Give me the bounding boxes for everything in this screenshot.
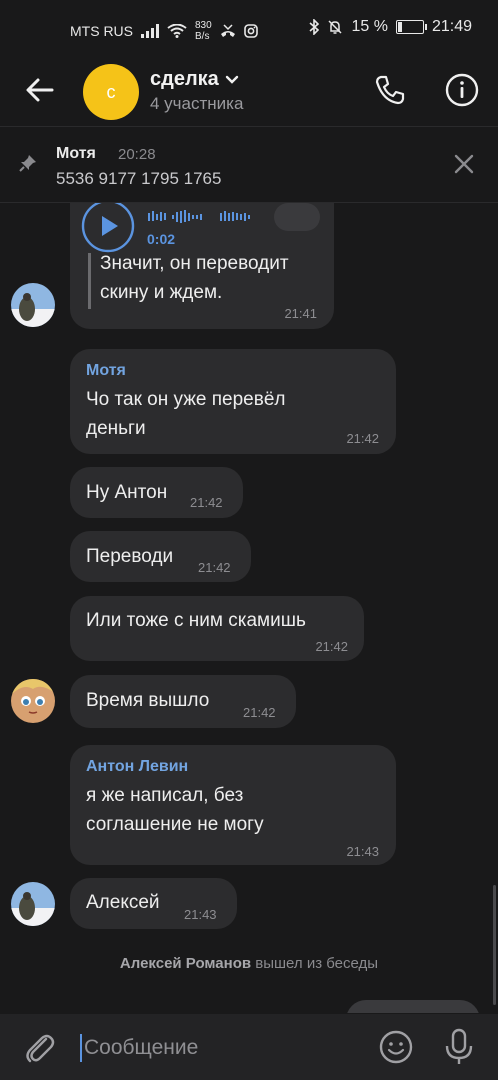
message-time: 21:42 <box>243 705 276 720</box>
message-input[interactable]: Сообщение <box>80 1034 198 1062</box>
phone-icon[interactable] <box>372 72 408 108</box>
message-composer: Сообщение <box>0 1014 498 1080</box>
battery-level-fill <box>397 22 402 32</box>
signal-icon <box>141 24 159 38</box>
pinned-text: 5536 9177 1795 1765 <box>56 169 222 188</box>
mute-bell-icon <box>328 20 343 34</box>
pinned-author: Мотя <box>56 145 96 162</box>
chat-title[interactable]: сделка <box>150 68 239 91</box>
message-text: Или тоже с ним скамишь <box>86 610 306 631</box>
message-bubble[interactable]: Ну Антон 21:42 <box>70 467 243 518</box>
message-bubble[interactable]: Или тоже с ним скамишь 21:42 <box>70 596 364 661</box>
quote-bar <box>88 253 91 309</box>
system-message-action: вышел из беседы <box>255 955 379 972</box>
network-speed: 830 B/s <box>195 20 212 42</box>
battery-percent: 15 % <box>351 18 388 35</box>
emoji-icon[interactable] <box>378 1029 414 1065</box>
pin-icon <box>19 155 36 172</box>
message-bubble[interactable]: Алексей 21:43 <box>70 878 237 929</box>
message-author[interactable]: Антон Левин <box>86 758 188 776</box>
wifi-icon <box>167 24 187 38</box>
quote-text: Значит, он переводит скину и ждем. <box>100 253 289 303</box>
play-button-icon[interactable] <box>80 203 136 254</box>
bluetooth-icon <box>309 19 320 35</box>
chat-avatar[interactable]: с <box>83 64 139 120</box>
avatar[interactable] <box>11 882 55 926</box>
status-right: 15 % 21:49 <box>309 18 472 36</box>
message-bubble[interactable]: Антон Левин я же написал, без соглашение… <box>70 745 396 865</box>
voice-duration: 0:02 <box>147 231 176 247</box>
message-time: 21:41 <box>284 306 317 321</box>
network-speed-unit: B/s <box>195 31 210 42</box>
transcribe-button[interactable] <box>274 203 320 231</box>
message-bubble-voice[interactable]: 0:02 Значит, он переводит скину и ждем. … <box>70 203 334 329</box>
scrollbar[interactable] <box>493 885 496 1005</box>
battery-icon <box>395 20 427 34</box>
network-speed-value: 830 <box>195 20 212 31</box>
avatar[interactable] <box>11 679 55 723</box>
chat-title-text: сделка <box>150 68 219 90</box>
avatar[interactable] <box>11 283 55 327</box>
message-text: я же написал, без соглашение не могу <box>86 785 264 835</box>
chevron-down-icon <box>225 75 238 84</box>
message-time: 21:42 <box>346 431 379 446</box>
status-bar: MTS RUS 830 B/s 15 % 21:49 <box>0 0 498 58</box>
info-icon[interactable] <box>444 72 480 108</box>
microphone-icon[interactable] <box>444 1028 474 1066</box>
message-time: 21:43 <box>346 844 379 859</box>
message-text: Переводи <box>86 546 174 567</box>
chat-participants-count[interactable]: 4 участника <box>150 94 243 114</box>
close-pinned-icon[interactable] <box>452 152 476 176</box>
message-time: 21:43 <box>184 907 217 922</box>
system-message-name[interactable]: Алексей Романов <box>120 955 251 972</box>
carrier-name: MTS RUS <box>70 23 133 39</box>
message-author[interactable]: Мотя <box>86 362 126 380</box>
message-bubble-partial[interactable] <box>346 1000 480 1013</box>
message-text: Ну Антон <box>86 482 168 503</box>
messages-area: 0:02 Значит, он переводит скину и ждем. … <box>0 203 498 1013</box>
message-text: Алексей <box>86 892 160 913</box>
missed-call-icon <box>220 24 235 37</box>
message-bubble[interactable]: Переводи 21:42 <box>70 531 251 582</box>
message-text: Чо так он уже перевёл деньги <box>86 389 286 439</box>
message-time: 21:42 <box>190 495 223 510</box>
attach-paperclip-icon[interactable] <box>22 1030 56 1066</box>
message-bubble[interactable]: Мотя Чо так он уже перевёл деньги 21:42 <box>70 349 396 454</box>
message-time: 21:42 <box>198 560 231 575</box>
pinned-message[interactable]: Мотя 20:28 5536 9177 1795 1765 <box>0 127 498 203</box>
instagram-icon <box>243 24 258 38</box>
clock: 21:49 <box>431 18 472 35</box>
message-bubble[interactable]: Время вышло 21:42 <box>70 675 296 728</box>
pinned-time: 20:28 <box>118 146 156 163</box>
status-left: MTS RUS 830 B/s <box>70 20 258 42</box>
chat-avatar-letter: с <box>106 81 116 102</box>
chat-header: с сделка 4 участника <box>0 58 498 127</box>
message-time: 21:42 <box>315 639 348 654</box>
back-arrow-icon[interactable] <box>22 72 58 108</box>
system-message: Алексей Романов вышел из беседы <box>0 955 498 972</box>
message-text: Время вышло <box>86 690 210 711</box>
